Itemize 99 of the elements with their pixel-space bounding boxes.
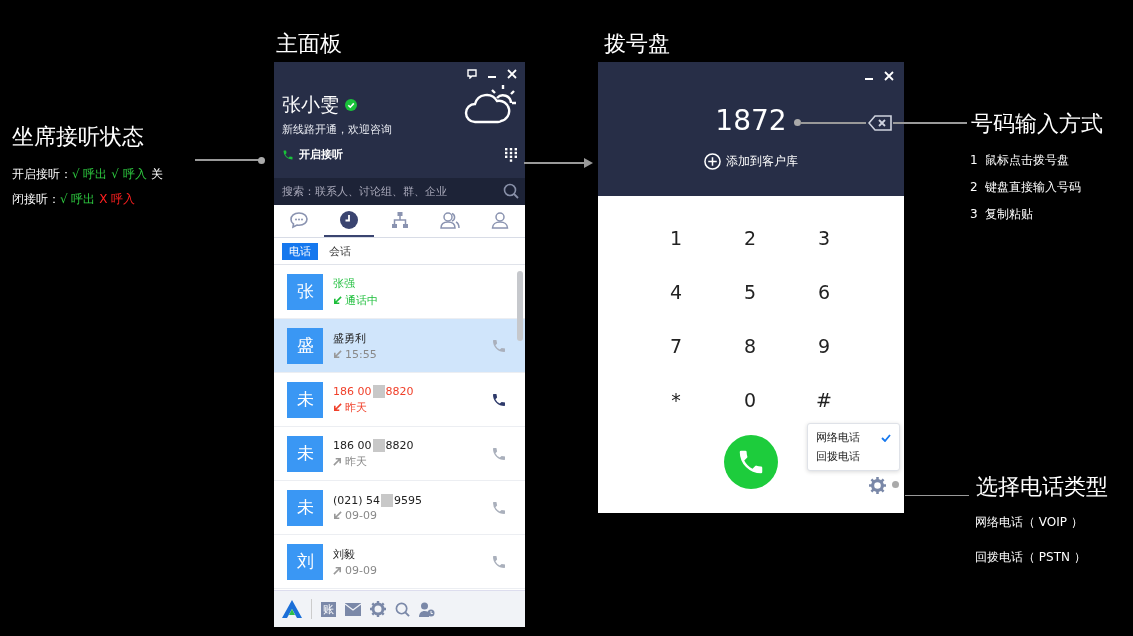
arrow-head-icon bbox=[584, 158, 593, 168]
call-time: 通话中 bbox=[345, 292, 378, 308]
settings-icon[interactable] bbox=[869, 477, 886, 494]
annotation-title: 选择电话类型 bbox=[976, 473, 1108, 501]
annotation-text: 3 复制粘贴 bbox=[970, 206, 1035, 223]
account-badge[interactable]: 账 bbox=[321, 601, 336, 617]
backspace-icon[interactable] bbox=[868, 115, 892, 131]
dial-key[interactable]: 0 bbox=[725, 385, 775, 415]
outgoing-arrow-icon bbox=[333, 565, 342, 575]
phone-icon bbox=[282, 148, 294, 161]
avatar: 张 bbox=[287, 273, 323, 310]
call-row[interactable]: 未 (021) 54 9595 09-09 bbox=[274, 481, 525, 535]
dial-key[interactable]: 8 bbox=[725, 331, 775, 361]
annotation-text: 开启接听：√ 呼出 √ 呼入 关 bbox=[12, 166, 163, 183]
caller-name: 186 00 8820 bbox=[333, 384, 415, 398]
settings-icon[interactable] bbox=[370, 601, 386, 617]
dial-key[interactable]: 2 bbox=[725, 223, 775, 253]
caller-name: 186 00 8820 bbox=[333, 438, 415, 452]
dial-key[interactable]: 1 bbox=[651, 223, 701, 253]
avatar: 未 bbox=[287, 435, 323, 472]
phone-icon bbox=[491, 445, 507, 462]
org-chart-icon bbox=[390, 211, 409, 229]
cloudy-sun-icon bbox=[463, 82, 517, 126]
incoming-arrow-icon bbox=[333, 295, 342, 305]
user-name: 张小雯 bbox=[282, 92, 339, 117]
call-time: 09-09 bbox=[345, 508, 377, 522]
scrollbar[interactable] bbox=[517, 271, 523, 341]
caller-name: (021) 54 9595 bbox=[333, 493, 424, 507]
phone-icon bbox=[491, 553, 507, 570]
annotation-text: 2 键盘直接输入号码 bbox=[970, 179, 1082, 196]
phone-icon bbox=[491, 337, 507, 354]
dial-key[interactable]: 7 bbox=[651, 331, 701, 361]
leader-dot bbox=[258, 157, 265, 164]
sub-tab[interactable]: 会话 bbox=[322, 242, 358, 260]
annotation-text: 闭接听：√ 呼出 X 呼入 bbox=[12, 191, 137, 208]
caller-name: 张强 bbox=[333, 275, 356, 291]
call-time: 09-09 bbox=[345, 563, 377, 577]
search-field[interactable]: 搜索：联系人、讨论组、群、企业 bbox=[274, 178, 525, 205]
call-type-option[interactable]: 回拨电话 bbox=[808, 447, 899, 466]
dial-key[interactable]: 9 bbox=[799, 331, 849, 361]
annotation-title: 号码输入方式 bbox=[971, 110, 1103, 138]
mail-icon[interactable] bbox=[345, 602, 361, 616]
dial-key[interactable]: 4 bbox=[651, 277, 701, 307]
call-time: 昨天 bbox=[345, 399, 367, 415]
answer-toggle[interactable]: 开启接听 bbox=[282, 147, 343, 162]
call-time: 昨天 bbox=[345, 453, 367, 469]
leader-dot bbox=[892, 481, 899, 488]
incoming-arrow-icon bbox=[333, 349, 342, 359]
call-type-option[interactable]: 网络电话 bbox=[808, 428, 899, 447]
clock-icon bbox=[339, 210, 360, 230]
search-icon[interactable] bbox=[395, 601, 410, 617]
dialpad-icon[interactable] bbox=[505, 147, 517, 162]
dial-key[interactable]: 6 bbox=[799, 277, 849, 307]
leader-dot bbox=[794, 119, 801, 126]
outgoing-arrow-icon bbox=[333, 456, 342, 466]
call-row[interactable]: 未 186 00 8820 昨天 bbox=[274, 373, 525, 427]
caller-name: 刘毅 bbox=[333, 546, 356, 562]
chat-bubble-icon[interactable] bbox=[467, 69, 477, 79]
incoming-arrow-icon bbox=[333, 510, 342, 520]
dialed-number[interactable]: 1872 bbox=[691, 104, 811, 140]
dial-key[interactable]: # bbox=[799, 385, 849, 415]
call-row[interactable]: 未 186 00 8820 昨天 bbox=[274, 427, 525, 481]
close-icon[interactable] bbox=[507, 69, 517, 79]
annotation-text: 回拨电话（ PSTN ） bbox=[975, 549, 1086, 566]
dial-key[interactable]: 3 bbox=[799, 223, 849, 253]
sub-tab[interactable]: 电话 bbox=[282, 242, 318, 260]
panel-caption: 主面板 bbox=[276, 30, 342, 58]
checkmark-icon bbox=[881, 433, 891, 442]
phone-icon bbox=[491, 499, 507, 516]
avatar: 未 bbox=[287, 489, 323, 526]
phone-icon bbox=[491, 391, 507, 408]
avatar: 未 bbox=[287, 381, 323, 418]
search-icon[interactable] bbox=[503, 183, 519, 199]
dial-key[interactable]: 5 bbox=[725, 277, 775, 307]
leader-line bbox=[905, 495, 969, 496]
leader-line bbox=[800, 122, 866, 124]
annotation-text: 网络电话（ VOIP ） bbox=[975, 514, 1084, 531]
people-icon bbox=[438, 211, 461, 229]
call-button[interactable] bbox=[724, 435, 778, 489]
status-message: 新线路开通，欢迎咨询 bbox=[282, 122, 392, 137]
call-row[interactable]: 盛 盛勇利 15:55 bbox=[274, 319, 525, 373]
avatar: 盛 bbox=[287, 327, 323, 364]
add-to-customers-button[interactable]: 添加到客户库 bbox=[698, 152, 804, 171]
call-time: 15:55 bbox=[345, 347, 377, 361]
annotation-title: 坐席接听状态 bbox=[12, 123, 144, 151]
annotation-text: 1 鼠标点击拨号盘 bbox=[970, 152, 1071, 169]
incoming-arrow-icon bbox=[333, 402, 342, 412]
dial-key[interactable]: * bbox=[651, 385, 701, 415]
leader-line bbox=[195, 159, 261, 161]
person-icon bbox=[490, 211, 509, 229]
caller-name: 盛勇利 bbox=[333, 330, 367, 346]
close-icon[interactable] bbox=[884, 71, 894, 81]
user-settings-icon[interactable] bbox=[419, 601, 435, 617]
panel-caption: 拨号盘 bbox=[604, 30, 670, 58]
chat-icon bbox=[289, 211, 310, 229]
call-row[interactable]: 刘 刘毅 09-09 bbox=[274, 535, 525, 589]
avatar: 刘 bbox=[287, 543, 323, 580]
plus-circle-icon bbox=[704, 153, 721, 170]
app-logo-icon bbox=[282, 600, 302, 618]
